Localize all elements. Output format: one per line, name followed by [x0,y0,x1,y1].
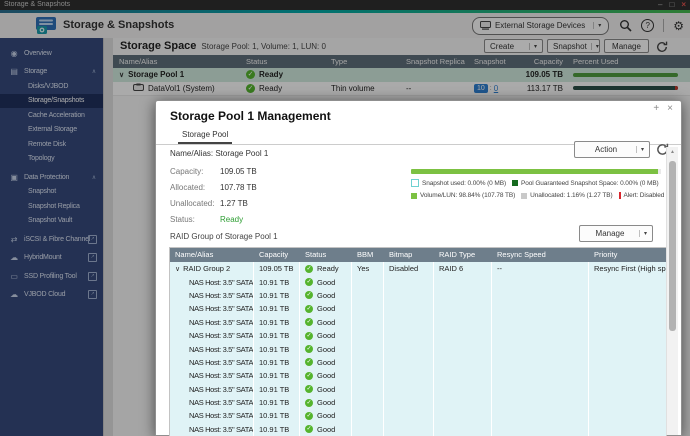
status-ok-icon: ✓ [305,358,313,366]
capacity-legend: Snapshot used: 0.00% (0 MB) Pool Guarante… [411,179,676,204]
raid-disk-row[interactable]: NAS Host: 3.5" SATA HDD 6 10.91 TB ✓Good [170,342,666,355]
status-ok-icon: ✓ [305,291,313,299]
legend-item: Snapshot used: 0.00% (0 MB) [411,179,506,187]
status-ok-icon: ✓ [305,345,313,353]
dialog-scrollbar[interactable]: ▲ [666,147,678,435]
status-ok-icon: ✓ [305,385,313,393]
raid-table-header: Name/Alias Capacity Status BBM Bitmap RA… [170,248,666,262]
screen: Storage & Snapshots – □ × Storage & Snap… [0,0,690,436]
chevron-down-icon: ▾ [639,230,647,237]
chevron-down-icon: ▾ [636,146,644,153]
dialog-maximize-icon[interactable]: + [653,103,659,115]
allocated-value: 107.78 TB [220,183,257,192]
pool-name-alias: Name/Alias: Storage Pool 1 [170,149,268,158]
status-ok-icon: ✓ [305,305,313,313]
raid-disk-row[interactable]: NAS Host: 3.5" SATA HDD 7 10.91 TB ✓Good [170,356,666,369]
status-ok-icon: ✓ [305,265,313,273]
raid-disk-row[interactable]: NAS Host: 3.5" SATA HDD 3 10.91 TB ✓Good [170,302,666,315]
legend-swatch [521,193,527,199]
legend-item: Unallocated: 1.16% (1.27 TB) [521,192,612,199]
legend-swatch [512,180,518,186]
raid-disk-row[interactable]: NAS Host: 3.5" SATA HDD 8 10.91 TB ✓Good [170,369,666,382]
storage-pool-management-dialog: + × Storage Pool 1 Management Storage Po… [155,100,682,436]
raid-disk-row[interactable]: NAS Host: 3.5" SATA HDD 2 10.91 TB ✓Good [170,289,666,302]
status-ok-icon: ✓ [305,278,313,286]
raid-disk-row[interactable]: NAS Host: 3.5" SATA HDD ... 10.91 TB ✓Go… [170,409,666,422]
raid-disk-row[interactable]: NAS Host: 3.5" SATA HDD ... 10.91 TB ✓Go… [170,396,666,409]
status-ok-icon: ✓ [305,332,313,340]
unallocated-value: 1.27 TB [220,199,248,208]
raid-table: Name/Alias Capacity Status BBM Bitmap RA… [169,247,667,436]
tab-storage-pool[interactable]: Storage Pool [178,130,232,144]
legend-item: Alert: Disabled [619,192,665,199]
raid-manage-button[interactable]: Manage ▾ [579,225,653,242]
expand-caret-icon[interactable]: ∨ [175,265,180,273]
pool-stats: Capacity:109.05 TB Allocated:107.78 TB U… [170,167,257,231]
raid-disk-row[interactable]: NAS Host: 3.5" SATA HDD 4 10.91 TB ✓Good [170,316,666,329]
legend-item: Pool Guaranteed Snapshot Space: 0.00% (0… [512,180,659,187]
scrollbar-thumb[interactable] [669,161,676,331]
status-value: Ready [220,215,243,224]
raid-disk-row[interactable]: NAS Host: 3.5" SATA HDD 5 10.91 TB ✓Good [170,329,666,342]
raid-disk-row[interactable]: NAS Host: 3.5" SATA HDD ... 10.91 TB ✓Go… [170,423,666,436]
legend-swatch [411,179,419,187]
legend-swatch [619,192,621,199]
status-ok-icon: ✓ [305,372,313,380]
raid-group-row[interactable]: ∨RAID Group 2 109.05 TB ✓Ready Yes Disab… [170,262,666,275]
scroll-up-icon[interactable]: ▲ [667,149,678,155]
status-ok-icon: ✓ [305,412,313,420]
dialog-title: Storage Pool 1 Management [170,109,331,123]
legend-swatch [411,193,417,199]
capacity-value: 109.05 TB [220,167,257,176]
status-ok-icon: ✓ [305,425,313,433]
status-ok-icon: ✓ [305,318,313,326]
legend-item: Volume/LUN: 98.84% (107.78 TB) [411,192,515,199]
capacity-usage-bar [411,169,661,174]
raid-disk-row[interactable]: NAS Host: 3.5" SATA HDD 9 10.91 TB ✓Good [170,383,666,396]
dialog-close-icon[interactable]: × [667,103,673,115]
raid-disk-row[interactable]: NAS Host: 3.5" SATA HDD 1 10.91 TB ✓Good [170,275,666,288]
status-ok-icon: ✓ [305,399,313,407]
action-button[interactable]: Action ▾ [574,141,650,158]
raid-group-label: RAID Group of Storage Pool 1 [170,232,278,241]
